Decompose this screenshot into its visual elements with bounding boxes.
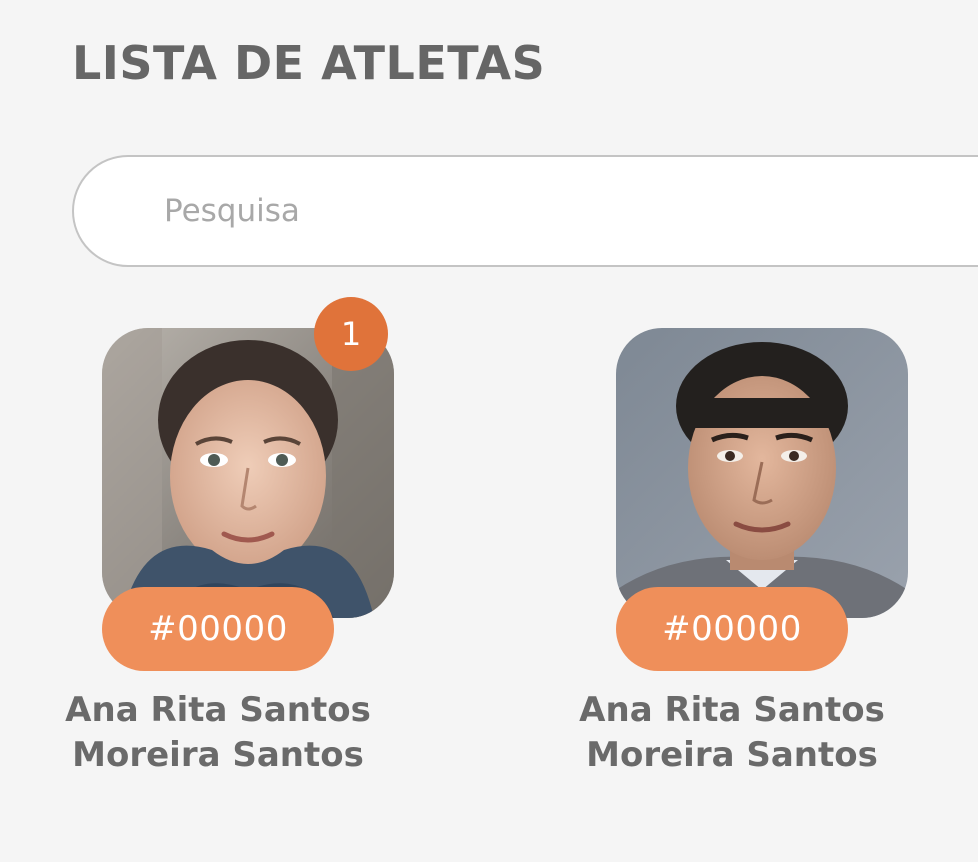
athlete-list-page: LISTA DE ATLETAS Pesquisa 1 #00000 Ana R… xyxy=(0,0,978,862)
athlete-name: Ana Rita Santos Moreira Santos xyxy=(572,688,892,778)
search-input[interactable] xyxy=(164,185,924,237)
notification-badge: 1 xyxy=(314,297,388,371)
athlete-name: Ana Rita Santos Moreira Santos xyxy=(58,688,378,778)
athlete-photo[interactable] xyxy=(102,328,394,618)
search-bar[interactable] xyxy=(72,155,978,267)
athlete-photo[interactable] xyxy=(616,328,908,618)
athlete-name-line2: Moreira Santos xyxy=(72,735,364,775)
athlete-card[interactable]: #00000 Ana Rita Santos Moreira Santos xyxy=(579,328,916,788)
athlete-name-line1: Ana Rita Santos xyxy=(65,690,371,730)
athlete-name-line2: Moreira Santos xyxy=(586,735,878,775)
athlete-card[interactable]: 1 #00000 Ana Rita Santos Moreira Santos xyxy=(65,297,402,788)
page-title: LISTA DE ATLETAS xyxy=(72,36,546,90)
athlete-number-badge: #00000 xyxy=(616,587,848,671)
athlete-name-line1: Ana Rita Santos xyxy=(579,690,885,730)
athlete-number-badge: #00000 xyxy=(102,587,334,671)
